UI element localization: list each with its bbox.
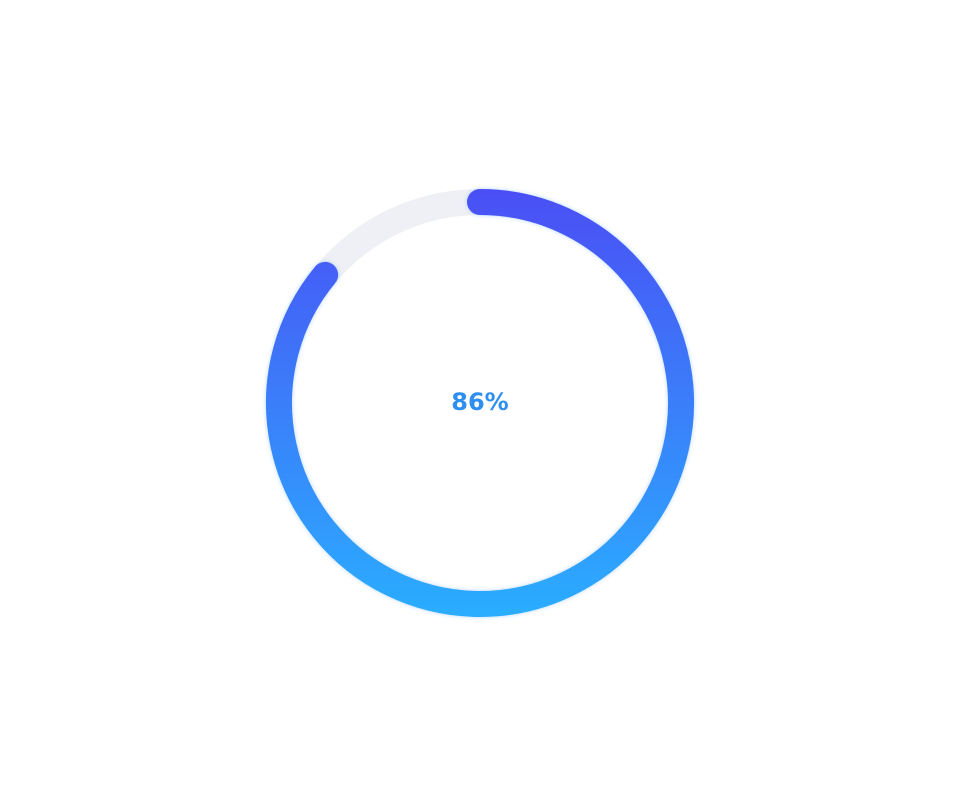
progress-percentage: 86%: [451, 388, 508, 416]
progress-ring: 86%: [266, 189, 694, 617]
circular-progress: 86%: [0, 0, 960, 807]
